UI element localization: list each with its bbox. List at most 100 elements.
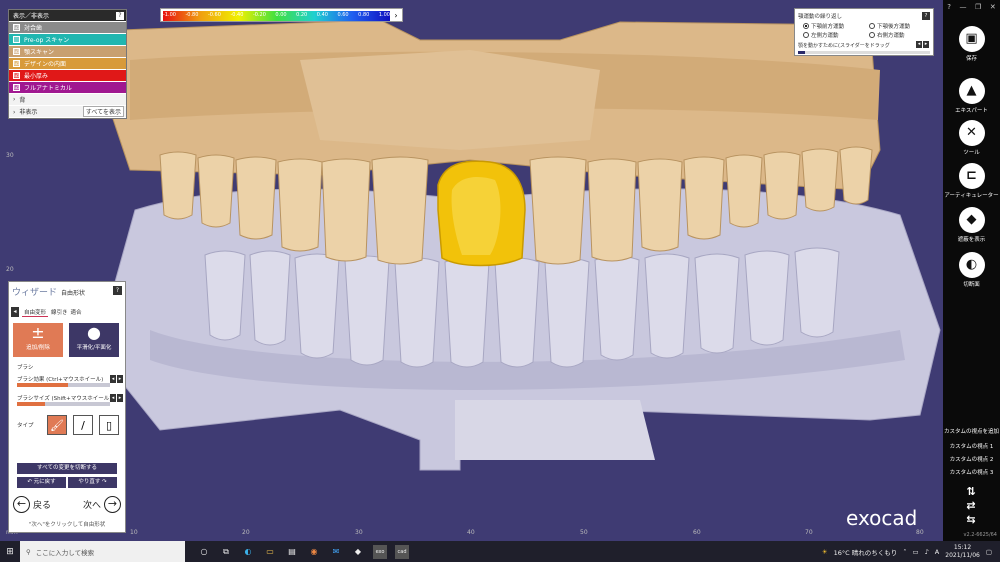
expand-chevron-icon: › [13,109,16,116]
visibility-item[interactable]: ☑ 対合歯 [9,22,126,34]
brush-size-slider[interactable] [17,402,110,406]
window-close-button[interactable]: ✕ [990,3,996,11]
brush-type-cylinder-icon[interactable]: ▯ [99,415,119,435]
wizard-help-button[interactable]: ? [113,286,122,295]
custom-view-2-link[interactable]: カスタムの視点 2 [943,455,1000,463]
jaw-motion-slider[interactable] [798,51,930,54]
radio-dot [869,23,875,29]
windows-start-icon[interactable]: ⊞ [0,547,20,557]
visibility-row-hidden[interactable]: › 非表示 すべてを表示 [9,106,126,118]
file-explorer-icon[interactable]: ▭ [263,545,277,559]
next-label: 次へ [83,501,102,511]
clock-time: 15:12 [953,543,972,551]
visibility-checkbox[interactable]: ☑ [13,72,20,79]
3d-viewport[interactable]: 30 20 mm 10 20 30 40 50 60 70 80 [0,0,943,541]
visibility-item[interactable]: Pre-op スキャン [9,34,126,46]
tab-fit[interactable]: 適合 [71,308,82,316]
smooth-flatten-button[interactable]: ● 平滑化/平面化 [69,323,119,357]
back-button[interactable]: ← 戻る [13,496,51,513]
wizard-subtitle: 自由形状 [61,290,86,297]
system-tray: ☀ 16°C 晴れのちくもり ˄ ▭ ♪ A 15:12 2021/11/06 … [822,544,1000,560]
add-custom-view-link[interactable]: カスタムの視点を追加 [943,427,1000,435]
search-placeholder: ここに入力して検索 [35,548,95,557]
radio-left-lateral[interactable]: 左側方運動 [803,31,839,39]
radio-retrusion[interactable]: 下顎後方運動 [869,22,910,30]
taskbar-clock[interactable]: 15:12 2021/11/06 [945,544,980,560]
task-switch-icon[interactable]: ⧉ [219,545,233,559]
tab-left-arrow-icon[interactable]: ◂ [11,307,19,317]
toolbar-button-5[interactable]: ◐ 切断面 [943,252,1000,288]
visibility-item[interactable]: ☑ 最小厚み [9,70,126,82]
wizard-tabs: ◂ 自由変形 線引き 適合 [11,306,123,318]
search-icon: ⚲ [26,547,31,556]
undo-button[interactable]: ↶ 元に戻す [17,477,66,488]
next-button[interactable]: 次へ → [83,496,122,513]
brush-strength-stepper[interactable]: ◂ ▸ [110,375,124,383]
chrome-icon[interactable]: ◉ [307,545,321,559]
brush-strength-label: ブラシ効果 (Ctrl+マウスホイール) [17,377,104,383]
brush-type-pen-icon[interactable]: / [73,415,93,435]
mail-icon[interactable]: ✉ [329,545,343,559]
visibility-help-button[interactable]: ? [116,11,124,20]
plus-minus-icon: ± [31,323,45,342]
brush-strength-slider[interactable] [17,383,110,387]
taskbar-search[interactable]: ⚲ ここに入力して検索 [20,541,185,562]
redo-button[interactable]: やり直す ↷ [68,477,117,488]
notifications-icon[interactable]: ▢ [986,548,992,556]
edge-browser-icon[interactable]: ◐ [241,545,255,559]
toolbar-button-3[interactable]: ⊏ アーティキュレーター [943,163,1000,199]
visibility-item-label: 対合歯 [24,25,43,32]
back-label: 戻る [33,501,52,511]
visibility-item[interactable]: ☑ 顎スキャン [9,46,126,58]
visibility-checkbox[interactable] [13,36,20,43]
brush-size-stepper[interactable]: ◂ ▸ [110,394,124,402]
colorscale-next-button[interactable]: › [391,10,401,21]
view-direction-arrows-icon[interactable]: ⇅ ⇄ ⇆ [955,485,987,529]
visibility-row-background[interactable]: › 背 [9,94,126,106]
dental-model-scene[interactable] [0,0,943,541]
task-view-icon[interactable]: ○ [197,545,211,559]
window-minimize-button[interactable]: — [960,3,967,11]
tray-chevron-icon[interactable]: ˄ [903,548,906,556]
network-icon[interactable]: ▭ [912,548,918,556]
visibility-row-label: 背 [19,97,26,104]
custom-view-3-link[interactable]: カスタムの視点 3 [943,468,1000,476]
show-all-button[interactable]: すべてを表示 [82,106,124,117]
toolbar-button-4[interactable]: ◆ 遮蔽を表示 [943,207,1000,243]
visibility-item[interactable]: ☑ フルアナトミカル [9,82,126,94]
visibility-checkbox[interactable]: ☑ [13,60,20,67]
exocad-app-icon[interactable]: exo [373,544,387,559]
custom-view-1-link[interactable]: カスタムの視点 1 [943,442,1000,450]
switch-all-changes-button[interactable]: すべての変更を切断する [17,463,117,474]
add-remove-button[interactable]: ± 追加/削除 [13,323,63,357]
cad-app-icon[interactable]: cad [395,544,409,559]
distance-color-scale: -1.00 -0.80 -0.60 -0.40 -0.20 0.00 0.20 0.40 0.6… [160,8,403,22]
jaw-motion-help-button[interactable]: ? [922,12,930,20]
ruler-bottom-label: 80 [916,529,924,536]
tab-draw-line[interactable]: 線引き [51,308,68,316]
tab-free-deform[interactable]: 自由変形 [22,308,49,317]
visibility-item[interactable]: ☑ デザインの内面 [9,58,126,70]
store-icon[interactable]: ▤ [285,545,299,559]
right-toolbar: ? — ❐ ✕ ▣ 保存 ▲ エキスパート ✕ ツール ⊏ アーティキュレーター ◆ 遮蔽を表示 ◐… [943,0,1000,541]
toolbar-button-2[interactable]: ✕ ツール [943,120,1000,156]
weather-icon: ☀ [821,547,828,556]
tooth-section-icon: ◐ [958,252,985,278]
volume-icon[interactable]: ♪ [925,548,929,556]
lower-jaw-plinth [455,400,655,460]
visibility-header[interactable]: 表示／非表示 ? [9,10,126,22]
weather-text[interactable]: 16°C 晴れのちくもり [834,547,898,557]
window-restore-button[interactable]: ❐ [975,3,981,11]
visibility-checkbox[interactable]: ☑ [13,84,20,91]
jaw-slider-stepper[interactable]: ◂ ▸ [916,41,929,48]
toolbar-button-0[interactable]: ▣ 保存 [943,26,1000,62]
input-language[interactable]: A [935,548,939,556]
app-tooth-icon[interactable]: ◆ [351,545,365,559]
window-help-button[interactable]: ? [947,3,951,11]
radio-right-lateral[interactable]: 右側方運動 [869,31,905,39]
brush-type-paint-icon[interactable]: 🖌 [47,415,67,435]
toolbar-button-1[interactable]: ▲ エキスパート [943,78,1000,114]
visibility-checkbox[interactable]: ☑ [13,24,20,31]
radio-protrusion[interactable]: 下顎前方運動 [803,22,844,30]
visibility-checkbox[interactable]: ☑ [13,48,20,55]
